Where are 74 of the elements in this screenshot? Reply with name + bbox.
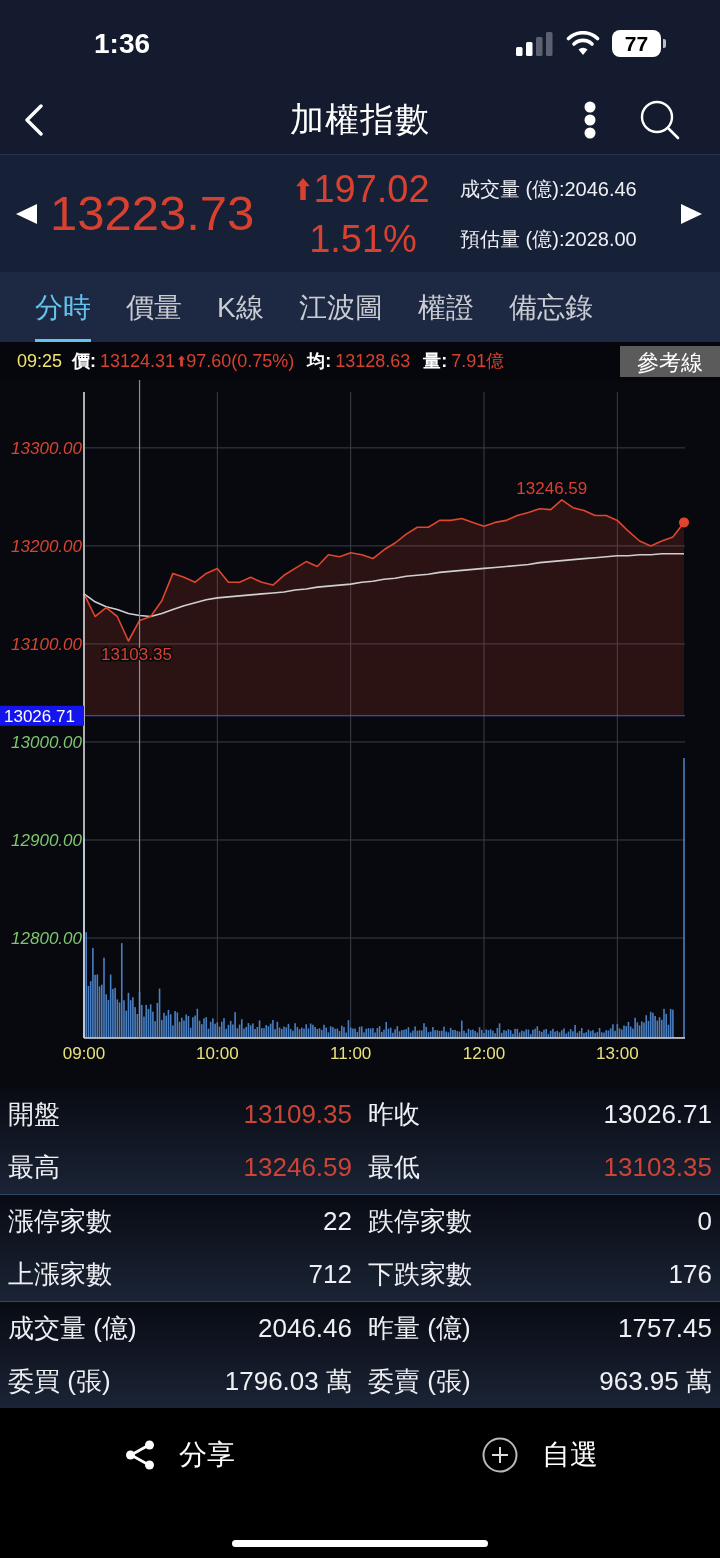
y-axis-label: 13000.00 bbox=[11, 732, 82, 752]
more-options-button[interactable] bbox=[584, 100, 596, 139]
y-axis-label: 12800.00 bbox=[11, 929, 82, 948]
x-axis-label: 10:00 bbox=[196, 1044, 239, 1063]
stat-value: 13103.35 bbox=[603, 1151, 712, 1184]
share-button[interactable]: 分享 bbox=[125, 1434, 235, 1476]
last-price-dot-icon bbox=[679, 517, 689, 528]
search-button[interactable] bbox=[640, 99, 680, 140]
stat-label: 下跌家數 bbox=[368, 1258, 472, 1291]
stat-value: 13109.35 bbox=[243, 1098, 352, 1131]
stat-value: 22 bbox=[323, 1205, 352, 1238]
tab[interactable]: 江波圖 bbox=[298, 272, 383, 342]
stat-label: 最高 bbox=[8, 1151, 60, 1184]
stat-label: 成交量 (億) bbox=[8, 1312, 137, 1345]
change-percent: 1.51% bbox=[309, 219, 417, 258]
y-axis-label: 12900.00 bbox=[11, 831, 82, 850]
stat-label: 跌停家數 bbox=[368, 1205, 472, 1238]
stat-value: 0 bbox=[697, 1205, 712, 1238]
caret-left-icon bbox=[15, 202, 37, 225]
stat-value: 2046.46 bbox=[258, 1312, 352, 1345]
index-price: 13223.73 bbox=[50, 189, 256, 238]
signal-icon bbox=[516, 31, 554, 56]
tab[interactable]: 價量 bbox=[126, 272, 182, 342]
change-value: 197.02 bbox=[313, 169, 430, 208]
price-extreme-label: 13246.59 bbox=[516, 478, 588, 498]
status-time: 1:36 bbox=[94, 26, 151, 61]
wifi-icon bbox=[566, 31, 600, 56]
x-axis-label: 09:00 bbox=[62, 1044, 106, 1063]
info-label: 量: bbox=[423, 349, 448, 373]
info-value: 7.91億 bbox=[451, 349, 505, 373]
stat-value: 1796.03 萬 bbox=[224, 1365, 352, 1398]
info-label: 價: bbox=[72, 349, 97, 373]
cursor-time: 09:25 bbox=[17, 349, 63, 373]
share-icon bbox=[125, 1440, 155, 1470]
stat-value: 712 bbox=[308, 1258, 352, 1291]
more-vertical-icon bbox=[584, 100, 596, 139]
back-chevron-icon bbox=[24, 103, 44, 136]
stat-label: 最低 bbox=[368, 1151, 420, 1184]
page-title: 加權指數 bbox=[290, 99, 430, 140]
stat-value: 13246.59 bbox=[243, 1151, 352, 1184]
y-axis-label: 13100.00 bbox=[11, 634, 82, 654]
stat-value: 13026.71 bbox=[603, 1098, 712, 1131]
info-value: 13124.31 bbox=[100, 349, 176, 373]
info-change: 97.60(0.75%) bbox=[186, 349, 295, 373]
stat-value: 176 bbox=[668, 1258, 712, 1291]
stat-label: 漲停家數 bbox=[8, 1205, 112, 1238]
stat-label: 開盤 bbox=[8, 1098, 60, 1131]
stat-value: 963.95 萬 bbox=[599, 1365, 712, 1398]
stat-label: 上漲家數 bbox=[8, 1258, 112, 1291]
tab[interactable]: 備忘錄 bbox=[508, 272, 593, 342]
y-axis-label: 13300.00 bbox=[11, 438, 82, 458]
reference-line-button[interactable]: 參考線 bbox=[620, 345, 720, 377]
info-value: 13128.63 bbox=[335, 349, 411, 373]
stat-label: 昨量 (億) bbox=[368, 1312, 471, 1345]
x-axis-label: 11:00 bbox=[330, 1044, 372, 1063]
y-axis-label: 13200.00 bbox=[11, 536, 82, 556]
add-to-watchlist-button[interactable]: 自選 bbox=[482, 1434, 598, 1476]
tab[interactable]: 權證 bbox=[417, 272, 474, 342]
stat-label: 昨收 bbox=[368, 1098, 420, 1131]
battery-indicator: 77 bbox=[612, 30, 666, 57]
volume-stat: 成交量 (億):2046.46 bbox=[460, 178, 637, 199]
stat-label: 委買 (張) bbox=[8, 1365, 111, 1398]
ref-line-label: 13026.71 bbox=[4, 706, 75, 726]
stat-label: 委賣 (張) bbox=[368, 1365, 471, 1398]
stat-value: 1757.45 bbox=[618, 1312, 712, 1345]
caret-right-icon bbox=[681, 202, 703, 225]
reference-price-tag: 13026.71 bbox=[0, 705, 84, 726]
plus-circle-icon bbox=[482, 1437, 518, 1473]
info-label: 均: bbox=[307, 349, 332, 373]
tab[interactable]: K線 bbox=[217, 272, 264, 342]
x-axis-label: 12:00 bbox=[462, 1044, 506, 1063]
x-axis-label: 13:00 bbox=[596, 1044, 639, 1063]
search-icon bbox=[640, 99, 680, 140]
volume-stat: 預估量 (億):2028.00 bbox=[460, 228, 637, 249]
